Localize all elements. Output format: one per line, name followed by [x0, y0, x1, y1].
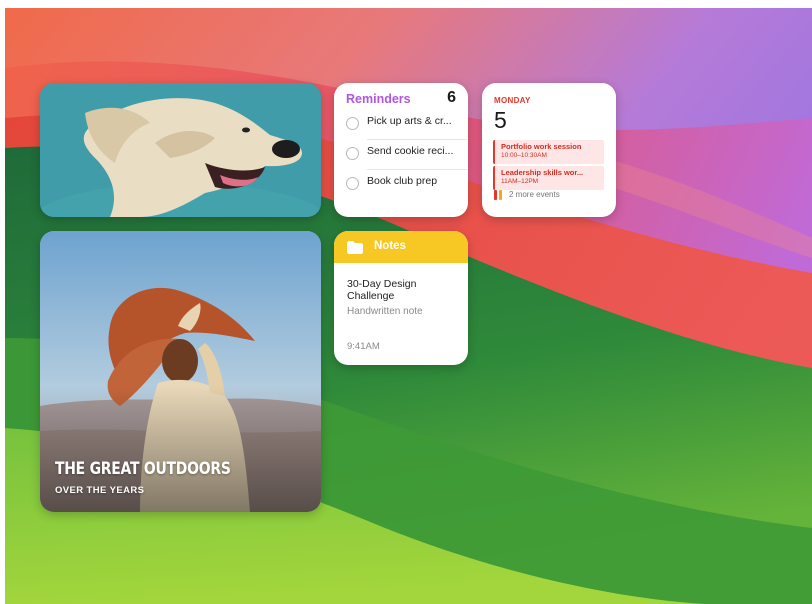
note-subtitle: Handwritten note	[347, 306, 423, 317]
reminders-title: Reminders	[346, 92, 411, 106]
calendar-event[interactable]: Portfolio work session 10:00–10:30AM	[493, 140, 604, 164]
notes-header: Notes	[334, 231, 468, 263]
reminder-checkbox[interactable]	[346, 117, 359, 130]
note-title[interactable]: 30-Day Design Challenge	[347, 278, 459, 302]
calendar-day: MONDAY	[494, 96, 531, 105]
more-events-color-marker	[494, 190, 497, 200]
reminder-checkbox[interactable]	[346, 177, 359, 190]
memories-title: THE GREAT OUTDOORS	[55, 459, 231, 479]
folder-icon	[347, 241, 363, 254]
reminder-item[interactable]: Send cookie reci...	[346, 140, 467, 170]
reminders-widget[interactable]: Reminders 6 Pick up arts & cr... Send co…	[334, 83, 468, 217]
more-events-label[interactable]: 2 more events	[509, 190, 560, 199]
reminder-checkbox[interactable]	[346, 147, 359, 160]
photo-widget-dog[interactable]	[40, 83, 321, 217]
dog-photo-image	[40, 83, 321, 217]
memories-subtitle: OVER THE YEARS	[55, 485, 145, 496]
event-time: 11AM–12PM	[501, 178, 539, 185]
event-title: Leadership skills wor...	[501, 168, 584, 177]
calendar-event[interactable]: Leadership skills wor... 11AM–12PM	[493, 166, 604, 190]
reminder-label: Book club prep	[367, 175, 438, 187]
notes-label: Notes	[374, 240, 406, 252]
reminder-label: Pick up arts & cr...	[367, 115, 452, 127]
more-events-color-marker	[499, 190, 502, 200]
note-timestamp: 9:41AM	[347, 341, 380, 352]
calendar-date: 5	[494, 107, 507, 133]
notes-widget[interactable]: Notes 30-Day Design Challenge Handwritte…	[334, 231, 468, 365]
event-time: 10:00–10:30AM	[501, 152, 547, 159]
reminder-label: Send cookie reci...	[367, 145, 454, 157]
reminder-item[interactable]: Pick up arts & cr...	[346, 110, 467, 140]
photo-widget-memories[interactable]: THE GREAT OUTDOORS OVER THE YEARS	[40, 231, 321, 512]
reminders-count: 6	[447, 89, 456, 106]
desktop: Reminders 6 Pick up arts & cr... Send co…	[5, 8, 812, 604]
calendar-widget[interactable]: MONDAY 5 Portfolio work session 10:00–10…	[482, 83, 616, 217]
reminder-item[interactable]: Book club prep	[346, 170, 460, 200]
event-title: Portfolio work session	[501, 142, 582, 151]
